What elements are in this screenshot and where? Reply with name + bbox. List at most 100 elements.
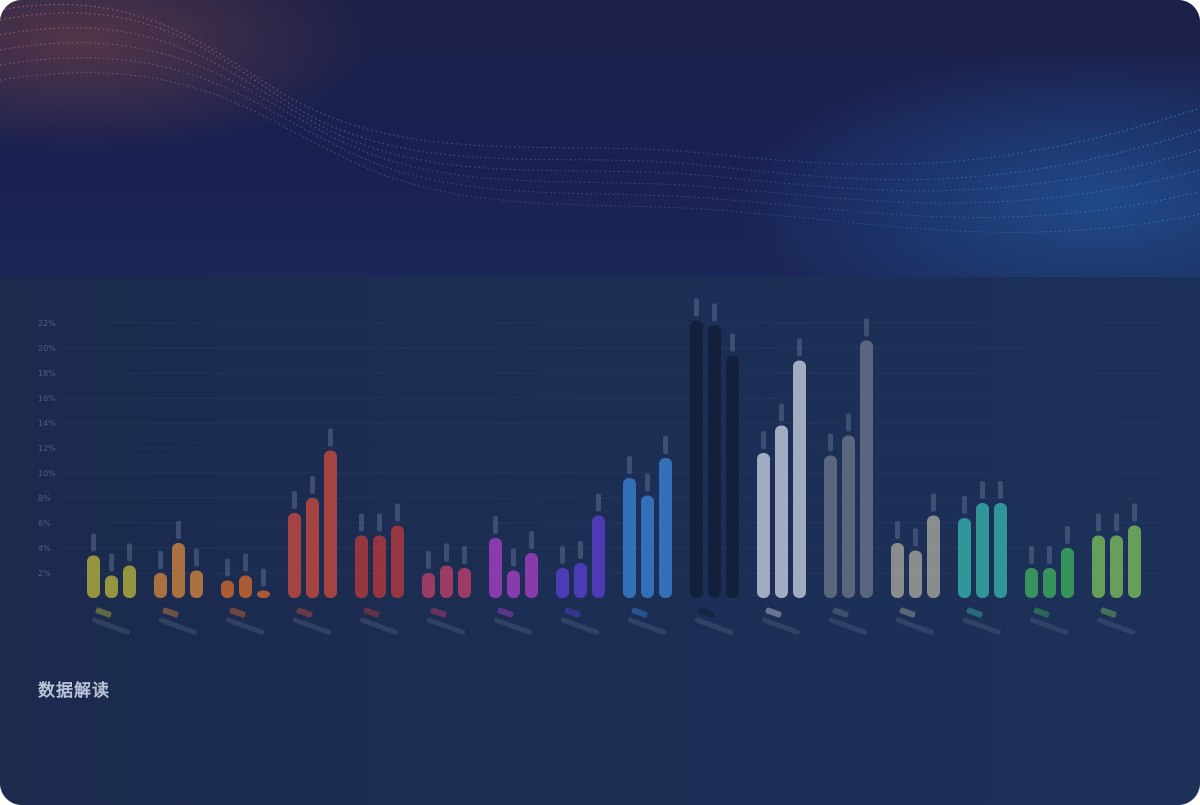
- bar-group: [556, 493, 605, 635]
- bar: [860, 340, 873, 598]
- category-label: [296, 607, 313, 618]
- bar-value-label: [1029, 546, 1034, 564]
- bar-group: [221, 553, 270, 635]
- bar: [1092, 535, 1105, 598]
- bar-value-label: [1114, 513, 1119, 532]
- category-sublabel: [962, 617, 1002, 635]
- bar-value-label: [627, 456, 632, 474]
- bar: [891, 543, 904, 598]
- bar-group: [288, 428, 337, 635]
- bar: [458, 568, 471, 598]
- bar: [306, 498, 319, 598]
- bar-group: [757, 338, 806, 635]
- category-label: [162, 607, 179, 618]
- bar-value-label: [761, 431, 766, 449]
- bar-value-label: [395, 503, 400, 522]
- bar-group: [422, 543, 471, 635]
- bar-value-label: [359, 513, 364, 532]
- bar: [87, 555, 100, 598]
- bar-value-label: [127, 543, 132, 562]
- bar-value-label: [109, 553, 114, 572]
- bar: [288, 513, 301, 598]
- bar-group: [154, 521, 203, 635]
- bar-value-label: [243, 553, 248, 572]
- bar-value-label: [444, 543, 449, 562]
- bar-value-label: [292, 491, 297, 509]
- bar-value-label: [511, 548, 516, 567]
- bar: [623, 478, 636, 598]
- bar: [1128, 525, 1141, 598]
- bar: [976, 503, 989, 598]
- bar: [489, 538, 502, 598]
- bar-value-label: [310, 476, 315, 494]
- y-tick-label: 16%: [38, 394, 56, 403]
- bar: [726, 355, 739, 598]
- bar-value-label: [712, 303, 717, 322]
- bar: [775, 425, 788, 598]
- bar-value-label: [462, 546, 467, 564]
- bar: [909, 550, 922, 598]
- bar: [556, 568, 569, 598]
- bar-value-label: [1065, 526, 1070, 544]
- bar-group: [623, 436, 672, 635]
- bar: [239, 575, 252, 598]
- bar-group: [891, 493, 940, 635]
- category-label: [698, 607, 715, 618]
- hero-banner: [0, 0, 1200, 277]
- y-tick-label: 4%: [38, 544, 51, 553]
- y-tick-label: 14%: [38, 419, 56, 428]
- bar-value-label: [261, 568, 266, 587]
- bar: [690, 320, 703, 598]
- category-label: [430, 607, 447, 618]
- category-sublabel: [359, 617, 399, 635]
- bar-value-label: [931, 493, 936, 512]
- bar: [592, 515, 605, 598]
- bar: [659, 458, 672, 598]
- category-label: [899, 607, 916, 618]
- bar: [391, 525, 404, 598]
- category-label: [363, 607, 380, 618]
- category-sublabel: [761, 617, 801, 635]
- chart-area: 2% 4% 6% 8% 10% 12% 14% 16% 18% 20% 22%: [0, 277, 1200, 805]
- bar-value-label: [176, 521, 181, 539]
- bar: [355, 535, 368, 598]
- bar: [574, 563, 587, 598]
- y-tick-label: 20%: [38, 344, 56, 353]
- bar-value-label: [493, 516, 498, 534]
- category-label: [631, 607, 648, 618]
- category-label: [564, 607, 581, 618]
- y-tick-label: 18%: [38, 369, 56, 378]
- category-sublabel: [225, 617, 265, 635]
- bar-value-label: [962, 496, 967, 514]
- bar-value-label: [158, 551, 163, 569]
- bar: [507, 570, 520, 598]
- y-tick-label: 10%: [38, 469, 56, 478]
- category-sublabel: [426, 617, 466, 635]
- bar: [221, 580, 234, 598]
- bar-value-label: [377, 513, 382, 532]
- bar-value-label: [797, 338, 802, 357]
- bar-value-label: [596, 493, 601, 512]
- y-tick-label: 22%: [38, 319, 56, 328]
- bar: [824, 455, 837, 598]
- bar-value-label: [998, 481, 1003, 499]
- bar: [123, 565, 136, 598]
- bar-value-label: [846, 413, 851, 432]
- y-tick-label: 6%: [38, 519, 51, 528]
- y-tick-label: 8%: [38, 494, 51, 503]
- bar: [842, 435, 855, 598]
- bar-value-label: [1047, 546, 1052, 564]
- bar-group: [690, 298, 739, 635]
- category-label: [1033, 607, 1050, 618]
- bar: [1025, 568, 1038, 598]
- category-sublabel: [1029, 617, 1069, 635]
- bar-value-label: [730, 333, 735, 352]
- bar: [154, 573, 167, 598]
- bar: [1110, 535, 1123, 598]
- bar: [1061, 548, 1074, 598]
- wave-decoration: [0, 3, 1200, 233]
- bar: [373, 535, 386, 598]
- bar: [422, 573, 435, 598]
- section-title: 数据解读: [38, 681, 110, 701]
- category-label: [497, 607, 514, 618]
